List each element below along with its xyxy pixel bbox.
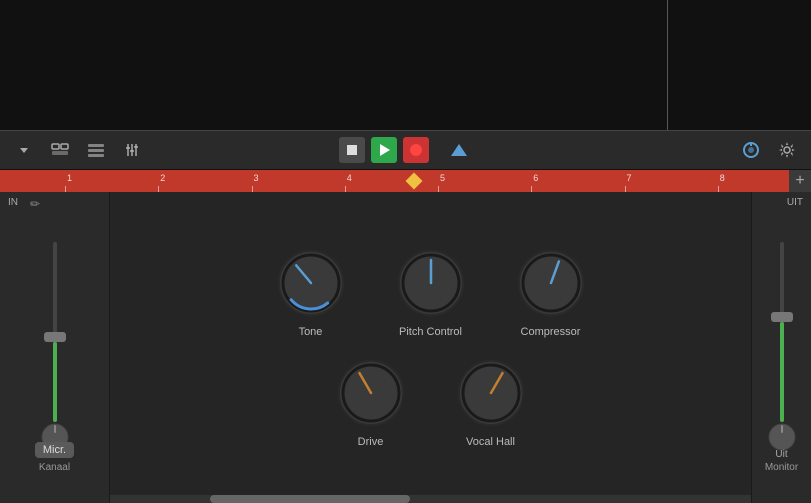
mixer-button[interactable] bbox=[118, 136, 146, 164]
channel-bottom-labels: Micr. Kanaal bbox=[0, 442, 109, 473]
track-view-icon bbox=[51, 143, 69, 157]
channel-strip-left: IN ✏ Micr. Kanaal bbox=[0, 192, 110, 503]
scrollbar-thumb[interactable] bbox=[210, 495, 410, 503]
tone-label: Tone bbox=[299, 326, 323, 338]
output-fader-track bbox=[780, 242, 784, 422]
play-icon bbox=[380, 144, 390, 156]
tuner-icon bbox=[742, 141, 760, 159]
input-fader-track bbox=[53, 242, 57, 422]
smart-controls-icon bbox=[450, 142, 468, 158]
pencil-icon[interactable]: ✏ bbox=[30, 197, 40, 211]
vertical-guide-line bbox=[667, 0, 668, 130]
play-button[interactable] bbox=[371, 137, 397, 163]
record-icon bbox=[410, 144, 422, 156]
fader-level-green bbox=[53, 342, 57, 422]
add-track-button[interactable]: + bbox=[789, 170, 811, 192]
output-label-top: UIT bbox=[787, 197, 803, 208]
tuner-button[interactable] bbox=[737, 136, 765, 164]
gear-icon bbox=[778, 141, 796, 159]
vocal-hall-knob-group: Vocal Hall bbox=[456, 358, 526, 448]
knobs-row-2: Drive Vocal Hall bbox=[336, 358, 526, 448]
ruler-mark-5: 5 bbox=[438, 170, 531, 192]
playhead-marker bbox=[406, 173, 423, 190]
stop-button[interactable] bbox=[339, 137, 365, 163]
dropdown-arrow-icon bbox=[18, 144, 30, 156]
channel-sub-label: Kanaal bbox=[39, 462, 70, 473]
output-channel-bottom: Uit Monitor bbox=[752, 449, 811, 473]
ruler-mark-2: 2 bbox=[158, 170, 251, 192]
ruler-mark-1: 1 bbox=[65, 170, 158, 192]
settings-button[interactable] bbox=[773, 136, 801, 164]
ruler-mark-7: 7 bbox=[625, 170, 718, 192]
playhead[interactable] bbox=[408, 170, 420, 187]
drive-knob[interactable] bbox=[336, 358, 406, 428]
ruler[interactable]: 1 2 3 4 5 6 7 8 bbox=[0, 170, 811, 192]
scrollbar[interactable] bbox=[110, 495, 751, 503]
smart-controls-button[interactable] bbox=[445, 136, 473, 164]
output-fader-level-green bbox=[780, 322, 784, 422]
fader-handle[interactable] bbox=[44, 332, 66, 342]
record-button[interactable] bbox=[403, 137, 429, 163]
drive-knob-group: Drive bbox=[336, 358, 406, 448]
vocal-hall-label: Vocal Hall bbox=[466, 436, 515, 448]
output-sub-label: Monitor bbox=[765, 462, 798, 473]
transport-controls bbox=[339, 136, 473, 164]
knobs-row-1: Tone Pitch Control Compressor bbox=[276, 248, 586, 338]
compressor-label: Compressor bbox=[521, 326, 581, 338]
output-fader-container bbox=[780, 242, 784, 442]
ruler-mark-6: 6 bbox=[531, 170, 624, 192]
toolbar-left bbox=[10, 136, 146, 164]
main-area: IN ✏ Micr. Kanaal bbox=[0, 192, 811, 503]
list-view-icon bbox=[88, 143, 104, 157]
output-fader-handle[interactable] bbox=[771, 312, 793, 322]
tone-knob[interactable] bbox=[276, 248, 346, 318]
compressor-knob[interactable] bbox=[516, 248, 586, 318]
effects-area: Tone Pitch Control Compressor bbox=[110, 192, 751, 503]
toolbar-right bbox=[737, 136, 801, 164]
drive-label: Drive bbox=[358, 436, 384, 448]
ruler-mark-4: 4 bbox=[345, 170, 438, 192]
toolbar bbox=[0, 130, 811, 170]
top-black-area bbox=[0, 0, 811, 130]
output-label-bottom: Uit bbox=[775, 449, 787, 460]
pitch-control-knob[interactable] bbox=[396, 248, 466, 318]
mixer-icon bbox=[124, 143, 140, 157]
pitch-control-label: Pitch Control bbox=[399, 326, 462, 338]
list-view-button[interactable] bbox=[82, 136, 110, 164]
dropdown-arrow-button[interactable] bbox=[10, 136, 38, 164]
input-fader-container bbox=[53, 242, 57, 442]
vocal-hall-knob[interactable] bbox=[456, 358, 526, 428]
pitch-control-knob-group: Pitch Control bbox=[396, 248, 466, 338]
tone-knob-group: Tone bbox=[276, 248, 346, 338]
channel-strip-right: UIT Uit Monitor bbox=[751, 192, 811, 503]
stop-icon bbox=[347, 145, 357, 155]
ruler-mark-3: 3 bbox=[252, 170, 345, 192]
track-view-button[interactable] bbox=[46, 136, 74, 164]
compressor-knob-group: Compressor bbox=[516, 248, 586, 338]
channel-name-badge[interactable]: Micr. bbox=[35, 442, 74, 458]
input-label: IN bbox=[8, 197, 18, 208]
